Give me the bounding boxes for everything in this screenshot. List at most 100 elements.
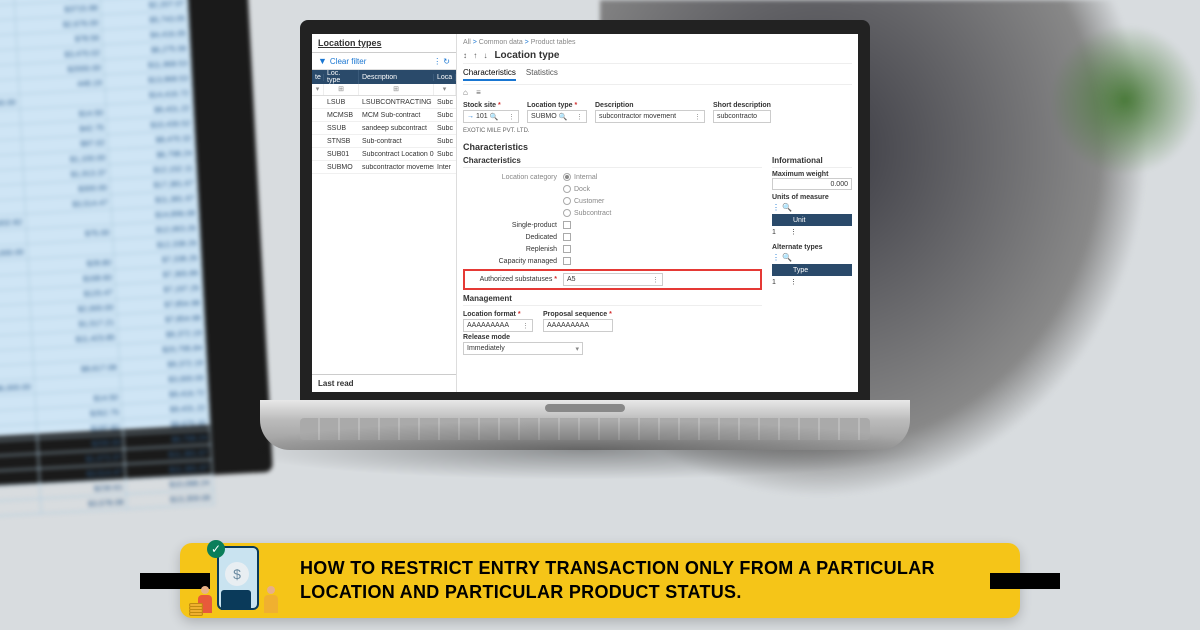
filter-icon: ▼ [318,56,327,66]
dedicated-check[interactable] [563,233,571,241]
coins-icon [189,604,209,618]
arrow-icon: → [467,113,474,120]
table-row[interactable]: SUB01Subcontract Location 01Subc [312,148,456,161]
more-icon[interactable]: ⋮ [694,113,701,121]
caption-bar-right [990,573,1060,589]
authorized-substatuses-highlight: Authorized substatuses A5 ⋮ [463,269,762,290]
menu-icon[interactable]: ≡ [476,88,484,97]
document-icon [221,590,251,610]
bc-product[interactable]: Product tables [531,39,576,46]
loc-type-value: SUBMO [531,113,557,120]
loc-category-label: Location category [463,174,563,181]
filter-cell[interactable]: ▾ [312,84,324,95]
filter-cell[interactable]: ⊞ [359,84,434,95]
laptop-shadow [235,420,935,480]
management-subtitle: Management [463,292,762,306]
single-product-check[interactable] [563,221,571,229]
title-row: ↕ ↑ ↓ Location type [463,48,852,64]
laptop-screen: Location types ▼ Clear filter ⋮ ↻ te Loc… [300,20,870,400]
last-read-label: Last read [312,374,456,392]
description-input[interactable]: subcontractor movement ⋮ [595,110,705,123]
auth-substatuses-input[interactable]: A5 ⋮ [563,273,663,286]
stock-site-value: 101 [476,113,488,120]
bc-all[interactable]: All [463,39,471,46]
capacity-check[interactable] [563,257,571,265]
alt-row[interactable]: 1⋮ [772,276,852,288]
left-panel-spacer [312,174,456,374]
loc-type-label: Location type [527,102,587,109]
alt-more-icon[interactable]: ⋮ [790,278,797,286]
max-weight-label: Maximum weight [772,171,852,178]
max-weight-input[interactable]: 0.000 [772,178,852,190]
table-row[interactable]: SUBMOsubcontractor movementInter [312,161,456,174]
collapse-icons[interactable]: ↕ ↑ ↓ [463,51,489,60]
table-row[interactable]: LSUBLSUBCONTRACTINGSubc [312,96,456,109]
radio-internal-label: Internal [574,174,597,181]
release-mode-field: Release mode Immediately▾ [463,334,762,355]
replenish-label: Replenish [463,246,563,253]
clear-filter-link[interactable]: ▼ Clear filter ⋮ ↻ [312,53,456,70]
release-mode-select[interactable]: Immediately▾ [463,342,583,355]
laptop-mockup: Location types ▼ Clear filter ⋮ ↻ te Loc… [260,20,910,450]
capacity-label: Capacity managed [463,258,563,265]
single-product-label: Single-product [463,222,563,229]
tab-characteristics[interactable]: Characteristics [463,68,516,81]
prop-seq-label: Proposal sequence [543,311,613,318]
col-head-loctype[interactable]: Loc. type [324,70,359,84]
alt-types-label: Alternate types [772,244,852,251]
radio-internal[interactable] [563,173,571,181]
table-row[interactable]: STNSBSub-contractSubc [312,135,456,148]
more-icon[interactable]: ⋮ [652,276,659,284]
uom-tools[interactable]: ⋮ 🔍 [772,201,852,214]
stock-site-input[interactable]: → 101 🔍 ⋮ [463,110,519,123]
characteristics-section: Characteristics [463,138,852,154]
filter-cell[interactable]: ⊞ [324,84,359,95]
prop-seq-input[interactable]: AAAAAAAAA [543,319,613,332]
filter-action-icon[interactable]: ⋮ [433,57,441,66]
dollar-icon: $ [225,562,249,586]
left-panel-title: Location types [312,34,456,53]
char-right-col: Informational Maximum weight 0.000 Units… [772,154,852,355]
alt-header: Type [772,264,852,276]
caption-card: ✓ $ HOW TO RESTRICT ENTRY TRANSACTION ON… [180,543,1020,618]
loc-format-input[interactable]: AAAAAAAAA⋮ [463,319,533,332]
bg-spreadsheet: ING/POSTWITHDRAWALACCOUNT BALANCE$161.86… [0,0,210,439]
replenish-check[interactable] [563,245,571,253]
col-head-te[interactable]: te [312,74,324,81]
short-desc-input[interactable]: subcontracto [713,110,771,123]
filter-cell[interactable]: ▾ [434,84,456,95]
search-icon[interactable]: 🔍 [490,113,499,121]
search-icon[interactable]: 🔍 [559,113,568,121]
col-head-loca[interactable]: Loca [434,74,456,81]
col-head-description[interactable]: Description [359,74,434,81]
loc-format-field: Location format AAAAAAAAA⋮ [463,311,533,332]
table-row[interactable]: SSUBsandeep subcontractSubc [312,122,456,135]
alt-types-block: Alternate types ⋮ 🔍 Type 1⋮ [772,244,852,288]
more-icon[interactable]: ⋮ [576,113,583,121]
left-panel: Location types ▼ Clear filter ⋮ ↻ te Loc… [312,34,457,392]
radio-subcontract[interactable] [563,209,571,217]
clear-filter-label: Clear filter [330,57,366,66]
breadcrumb[interactable]: All > Common data > Product tables [463,37,852,48]
radio-dock[interactable] [563,185,571,193]
uom-more-icon[interactable]: ⋮ [790,228,797,236]
uom-row[interactable]: 1⋮ [772,226,852,238]
tab-statistics[interactable]: Statistics [526,68,558,81]
tabs: Characteristics Statistics [463,64,852,85]
more-icon[interactable]: ⋮ [522,322,529,330]
uom-col-unit: Unit [790,217,808,224]
table-row[interactable]: MCMSBMCM Sub-contractSubc [312,109,456,122]
caption-text: HOW TO RESTRICT ENTRY TRANSACTION ONLY F… [300,557,1000,604]
filter-action-icon[interactable]: ↻ [443,57,450,66]
characteristics-subtitle: Characteristics [463,154,762,168]
header-fields: Stock site → 101 🔍 ⋮ Location type SUBMO… [463,100,852,127]
left-panel-filter-row: ▾ ⊞ ⊞ ▾ [312,84,456,96]
loc-type-input[interactable]: SUBMO 🔍 ⋮ [527,110,587,123]
auth-substatuses-label: Authorized substatuses [467,276,563,283]
alt-tools[interactable]: ⋮ 🔍 [772,251,852,264]
radio-customer[interactable] [563,197,571,205]
home-icon[interactable]: ⌂ [463,88,471,97]
bc-common[interactable]: Common data [479,39,523,46]
more-icon[interactable]: ⋮ [508,113,515,121]
description-value: subcontractor movement [599,113,676,120]
